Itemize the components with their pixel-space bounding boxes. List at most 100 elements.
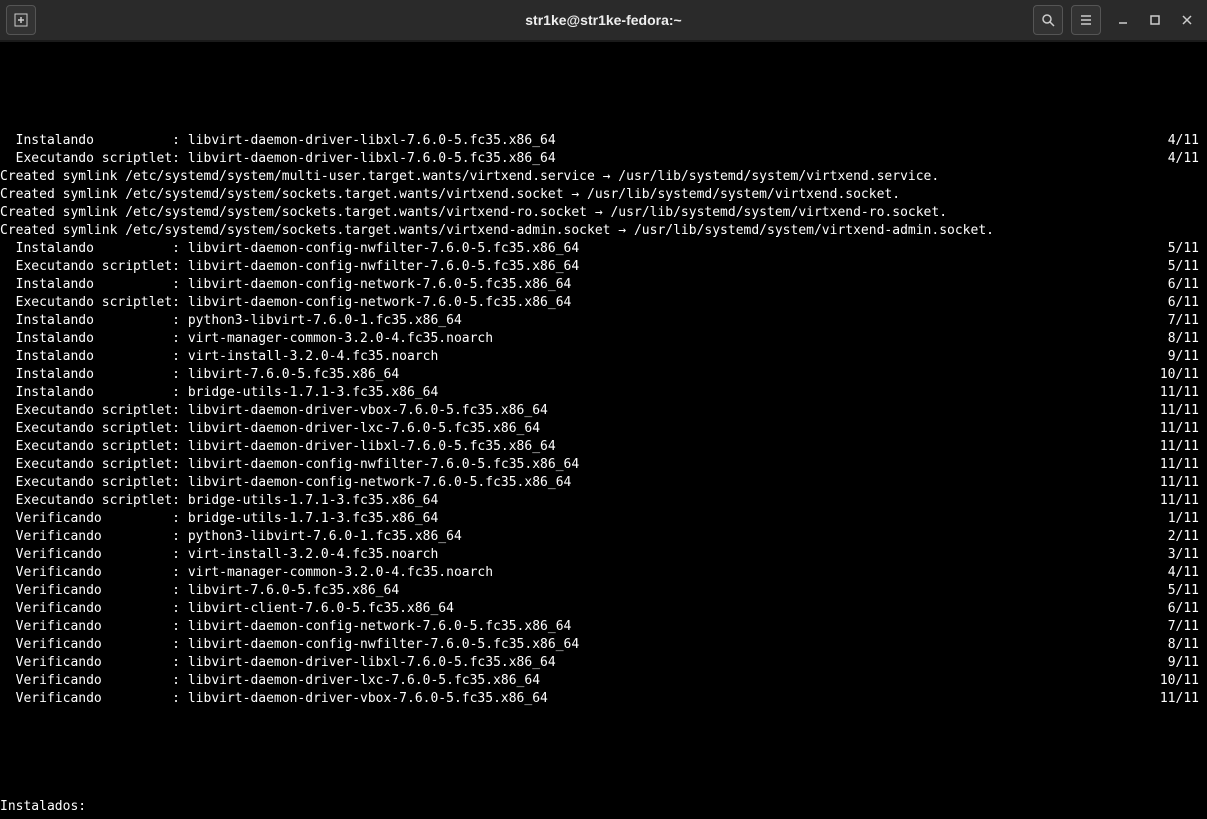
output-text: Executando scriptlet: libvirt-daemon-con… — [0, 294, 571, 312]
output-line: Instalando : virt-manager-common-3.2.0-4… — [0, 330, 1207, 348]
output-text: Instalando : python3-libvirt-7.6.0-1.fc3… — [0, 312, 462, 330]
output-text: Verificando : libvirt-daemon-driver-vbox… — [0, 690, 548, 708]
output-text: Instalando : libvirt-7.6.0-5.fc35.x86_64 — [0, 366, 399, 384]
output-text: Verificando : bridge-utils-1.7.1-3.fc35.… — [0, 510, 438, 528]
progress-counter: 5/11 — [1168, 582, 1207, 600]
output-line: Executando scriptlet: libvirt-daemon-con… — [0, 258, 1207, 276]
output-text: Instalando : bridge-utils-1.7.1-3.fc35.x… — [0, 384, 438, 402]
output-text: Verificando : libvirt-daemon-driver-lxc-… — [0, 672, 540, 690]
output-text: Instalando : virt-manager-common-3.2.0-4… — [0, 330, 493, 348]
output-text: Created symlink /etc/systemd/system/mult… — [0, 168, 939, 186]
terminal-output[interactable]: Instalando : libvirt-daemon-driver-libxl… — [0, 42, 1207, 819]
progress-counter: 9/11 — [1168, 348, 1207, 366]
output-line: Created symlink /etc/systemd/system/sock… — [0, 222, 1207, 240]
output-line: Created symlink /etc/systemd/system/sock… — [0, 186, 1207, 204]
output-text: Verificando : virt-manager-common-3.2.0-… — [0, 564, 493, 582]
menu-button[interactable] — [1071, 5, 1101, 35]
progress-counter: 4/11 — [1168, 132, 1207, 150]
output-line: Instalando : libvirt-daemon-config-nwfil… — [0, 240, 1207, 258]
search-icon — [1041, 13, 1055, 27]
output-line: Verificando : virt-install-3.2.0-4.fc35.… — [0, 546, 1207, 564]
output-line: Executando scriptlet: libvirt-daemon-con… — [0, 474, 1207, 492]
titlebar-right — [1033, 5, 1207, 35]
hamburger-icon — [1079, 13, 1093, 27]
output-line: Instalando : libvirt-7.6.0-5.fc35.x86_64… — [0, 366, 1207, 384]
output-line: Executando scriptlet: libvirt-daemon-con… — [0, 456, 1207, 474]
progress-counter: 11/11 — [1160, 420, 1207, 438]
output-line: Verificando : libvirt-daemon-config-nwfi… — [0, 636, 1207, 654]
output-text: Executando scriptlet: libvirt-daemon-dri… — [0, 150, 556, 168]
search-button[interactable] — [1033, 5, 1063, 35]
output-line: Instalando : libvirt-daemon-driver-libxl… — [0, 132, 1207, 150]
output-line: Verificando : libvirt-client-7.6.0-5.fc3… — [0, 600, 1207, 618]
progress-counter: 5/11 — [1168, 240, 1207, 258]
titlebar-left — [0, 5, 40, 35]
output-text: Created symlink /etc/systemd/system/sock… — [0, 204, 947, 222]
output-line: Verificando : python3-libvirt-7.6.0-1.fc… — [0, 528, 1207, 546]
minimize-icon — [1117, 14, 1129, 26]
output-text: Executando scriptlet: libvirt-daemon-dri… — [0, 402, 548, 420]
output-text: Instalando : virt-install-3.2.0-4.fc35.n… — [0, 348, 438, 366]
progress-counter: 10/11 — [1160, 366, 1207, 384]
output-line: Executando scriptlet: libvirt-daemon-dri… — [0, 402, 1207, 420]
output-text: Executando scriptlet: bridge-utils-1.7.1… — [0, 492, 438, 510]
output-text: Verificando : libvirt-daemon-config-nwfi… — [0, 636, 579, 654]
progress-counter: 1/11 — [1168, 510, 1207, 528]
progress-counter: 11/11 — [1160, 492, 1207, 510]
progress-counter: 9/11 — [1168, 654, 1207, 672]
output-line: Verificando : libvirt-daemon-driver-vbox… — [0, 690, 1207, 708]
progress-counter: 6/11 — [1168, 294, 1207, 312]
new-tab-button[interactable] — [6, 5, 36, 35]
output-text: Verificando : libvirt-daemon-config-netw… — [0, 618, 571, 636]
progress-counter: 11/11 — [1160, 456, 1207, 474]
output-text: Verificando : libvirt-7.6.0-5.fc35.x86_6… — [0, 582, 399, 600]
output-line: Executando scriptlet: libvirt-daemon-dri… — [0, 420, 1207, 438]
titlebar: str1ke@str1ke-fedora:~ — [0, 0, 1207, 42]
installed-header: Instalados: — [0, 798, 86, 816]
output-line: Instalando : python3-libvirt-7.6.0-1.fc3… — [0, 312, 1207, 330]
progress-counter: 7/11 — [1168, 312, 1207, 330]
progress-counter: 6/11 — [1168, 276, 1207, 294]
output-text: Executando scriptlet: libvirt-daemon-dri… — [0, 438, 556, 456]
progress-counter: 11/11 — [1160, 690, 1207, 708]
output-line: Executando scriptlet: bridge-utils-1.7.1… — [0, 492, 1207, 510]
progress-counter: 10/11 — [1160, 672, 1207, 690]
progress-counter: 8/11 — [1168, 330, 1207, 348]
output-line: Executando scriptlet: libvirt-daemon-con… — [0, 294, 1207, 312]
output-text: Verificando : libvirt-daemon-driver-libx… — [0, 654, 556, 672]
output-text: Executando scriptlet: libvirt-daemon-dri… — [0, 420, 540, 438]
output-line: Verificando : libvirt-daemon-driver-lxc-… — [0, 672, 1207, 690]
minimize-button[interactable] — [1109, 6, 1137, 34]
output-line: Verificando : libvirt-daemon-driver-libx… — [0, 654, 1207, 672]
progress-counter: 6/11 — [1168, 600, 1207, 618]
output-line: Executando scriptlet: libvirt-daemon-dri… — [0, 150, 1207, 168]
progress-counter: 2/11 — [1168, 528, 1207, 546]
progress-counter: 3/11 — [1168, 546, 1207, 564]
progress-counter: 4/11 — [1168, 150, 1207, 168]
output-line: Instalando : virt-install-3.2.0-4.fc35.n… — [0, 348, 1207, 366]
output-text: Created symlink /etc/systemd/system/sock… — [0, 222, 994, 240]
progress-counter: 11/11 — [1160, 402, 1207, 420]
output-line: Verificando : libvirt-daemon-config-netw… — [0, 618, 1207, 636]
progress-counter: 4/11 — [1168, 564, 1207, 582]
progress-counter: 8/11 — [1168, 636, 1207, 654]
window-title: str1ke@str1ke-fedora:~ — [0, 12, 1207, 28]
close-button[interactable] — [1173, 6, 1201, 34]
progress-counter: 11/11 — [1160, 384, 1207, 402]
output-line: Instalando : bridge-utils-1.7.1-3.fc35.x… — [0, 384, 1207, 402]
progress-counter: 11/11 — [1160, 438, 1207, 456]
close-icon — [1181, 14, 1193, 26]
output-text: Instalando : libvirt-daemon-driver-libxl… — [0, 132, 556, 150]
maximize-icon — [1149, 14, 1161, 26]
progress-counter: 7/11 — [1168, 618, 1207, 636]
output-line: Verificando : virt-manager-common-3.2.0-… — [0, 564, 1207, 582]
output-text: Executando scriptlet: libvirt-daemon-con… — [0, 258, 579, 276]
plus-icon — [14, 13, 28, 27]
maximize-button[interactable] — [1141, 6, 1169, 34]
progress-counter: 11/11 — [1160, 474, 1207, 492]
output-text: Verificando : virt-install-3.2.0-4.fc35.… — [0, 546, 438, 564]
output-text: Verificando : python3-libvirt-7.6.0-1.fc… — [0, 528, 462, 546]
output-text: Instalando : libvirt-daemon-config-nwfil… — [0, 240, 579, 258]
output-line: Created symlink /etc/systemd/system/sock… — [0, 204, 1207, 222]
output-line: Verificando : bridge-utils-1.7.1-3.fc35.… — [0, 510, 1207, 528]
